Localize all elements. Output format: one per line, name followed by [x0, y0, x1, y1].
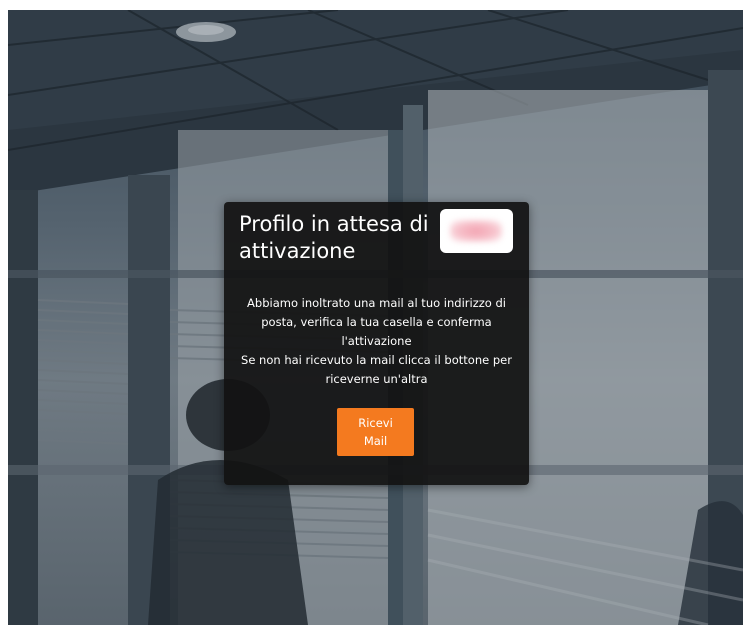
modal-message: Abbiamo inoltrato una mail al tuo indiri… — [234, 294, 519, 389]
resend-mail-button[interactable]: Ricevi Mail — [337, 408, 414, 456]
modal-message-line-2: Se non hai ricevuto la mail clicca il bo… — [241, 353, 512, 386]
page: Profilo in attesa di attivazione Abbiamo… — [0, 0, 743, 630]
modal-title: Profilo in attesa di attivazione — [239, 212, 429, 263]
activation-pending-modal: Profilo in attesa di attivazione Abbiamo… — [224, 202, 529, 485]
modal-message-line-1: Abbiamo inoltrato una mail al tuo indiri… — [247, 296, 506, 348]
brand-logo-icon — [450, 220, 502, 242]
brand-logo — [440, 209, 513, 253]
